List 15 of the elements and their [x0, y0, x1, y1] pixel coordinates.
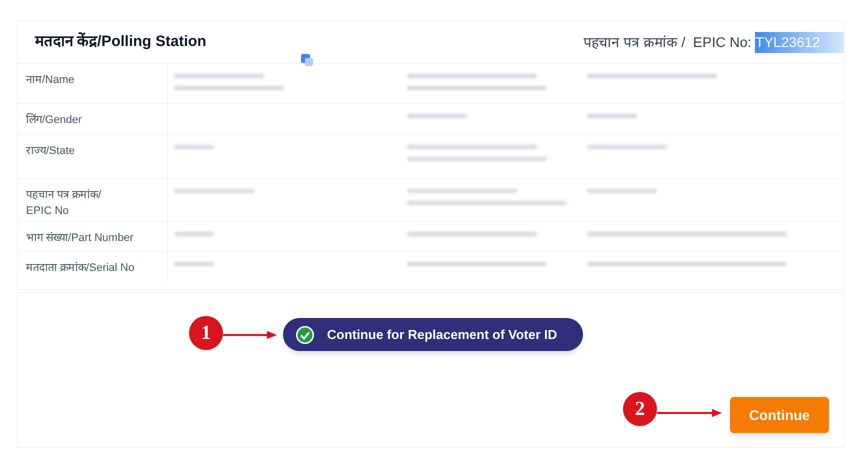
replacement-button[interactable]: Continue for Replacement of Voter ID	[283, 318, 583, 351]
arrow-icon	[223, 330, 277, 340]
step-marker: 2	[623, 392, 657, 426]
field-label: लिंग/Gender	[18, 104, 168, 134]
field-label: पहचान पत्र क्रमांक/ EPIC No	[18, 179, 168, 221]
card-title: मतदान केंद्र/Polling Station	[35, 31, 206, 52]
epic-number: TYL23612	[755, 32, 844, 52]
field-label: मतदाता क्रमांक/Serial No	[18, 252, 168, 283]
epic-label: पहचान पत्र क्रमांक / EPIC No:	[584, 32, 752, 52]
arrow-icon	[657, 408, 722, 418]
translate-icon[interactable]	[300, 53, 314, 67]
field-label: नाम/Name	[18, 64, 168, 103]
step-marker: 1	[189, 316, 223, 350]
field-label: राज्य/State	[18, 135, 168, 178]
field-label: भाग संख्या/Part Number	[18, 222, 168, 251]
